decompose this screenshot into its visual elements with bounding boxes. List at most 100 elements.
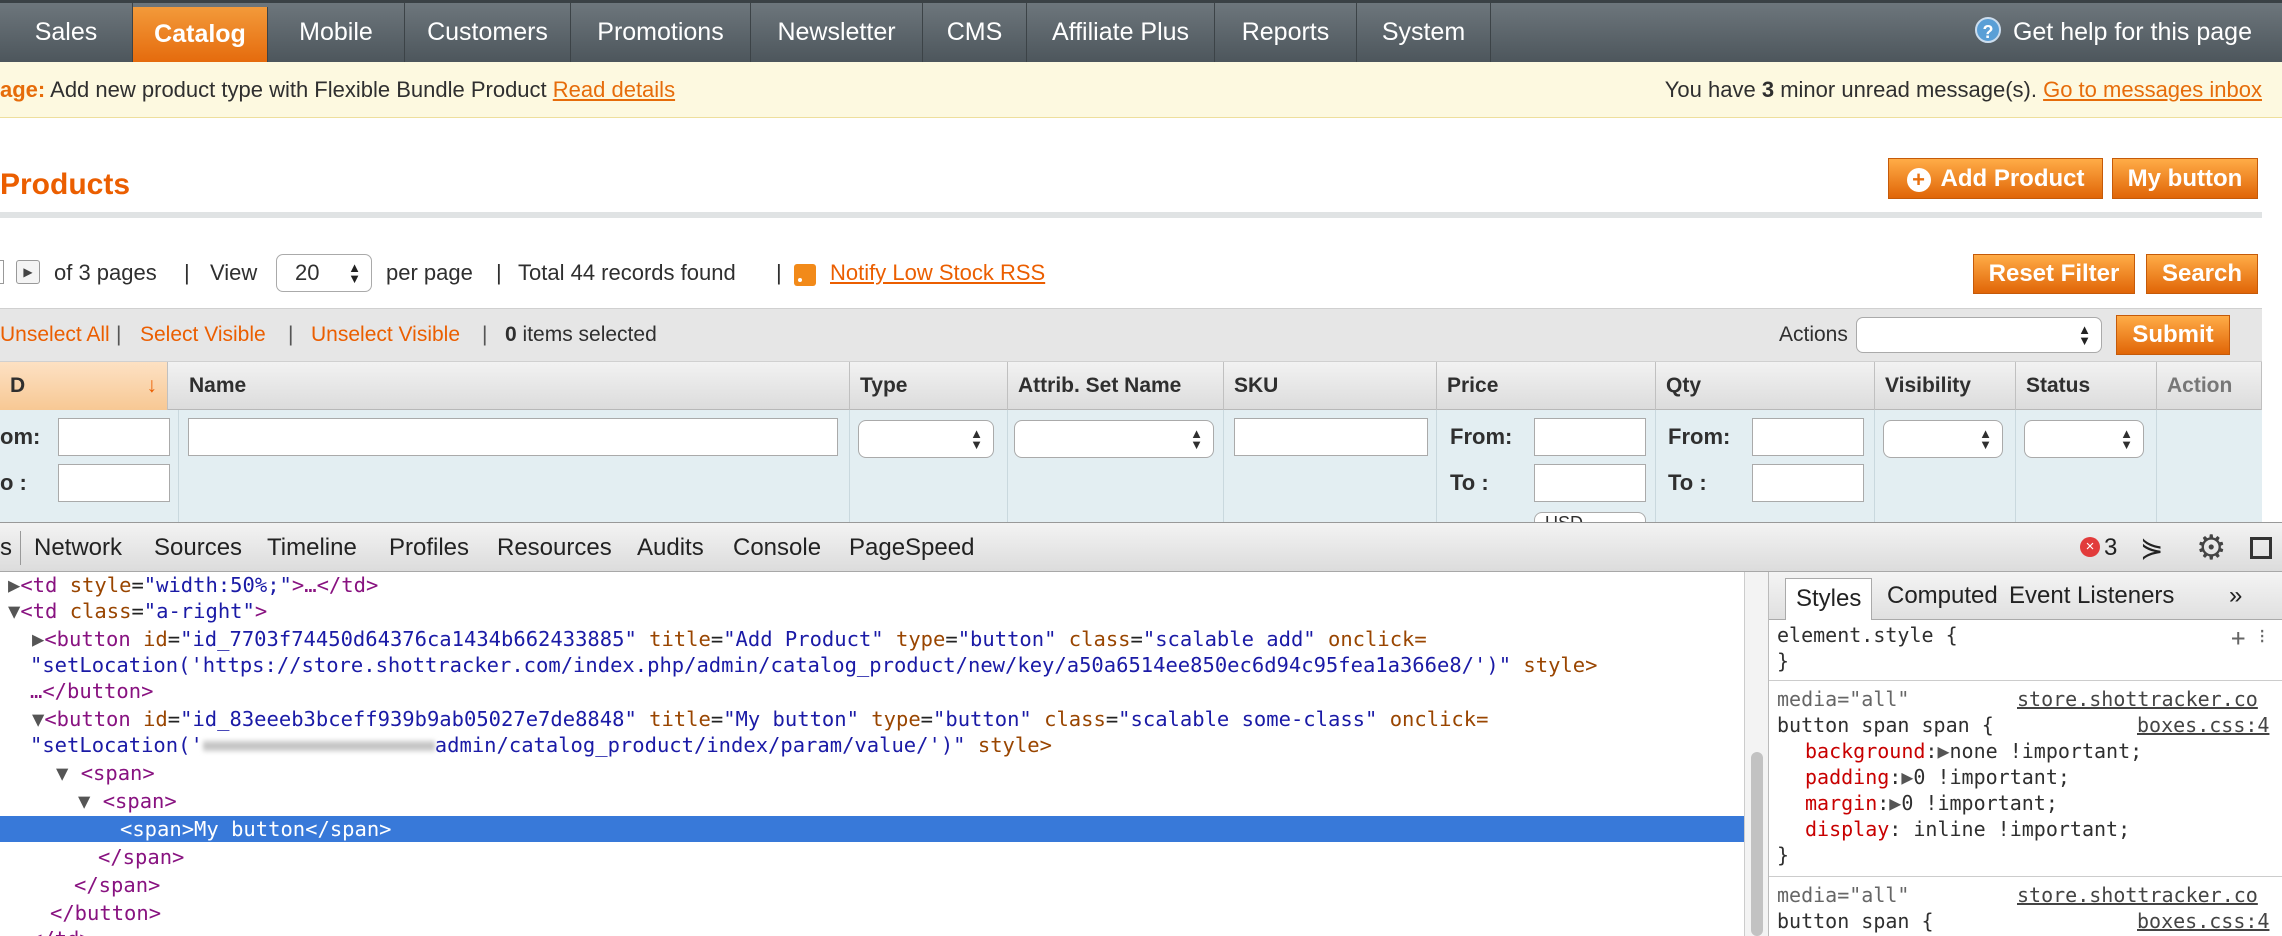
attrib-set-filter-select[interactable]: ▲ ▼: [1014, 420, 1214, 458]
css-property[interactable]: padding:▶0 !important;: [1805, 764, 2070, 790]
col-attrib-set[interactable]: Attrib. Set Name: [1008, 362, 1224, 410]
col-sku[interactable]: SKU: [1224, 362, 1437, 410]
messages-inbox-link[interactable]: Go to messages inbox: [2043, 77, 2262, 102]
read-details-link[interactable]: Read details: [553, 77, 675, 102]
visibility-filter-select[interactable]: ▲ ▼: [1883, 420, 2003, 458]
css-file-link[interactable]: boxes.css:4: [2137, 908, 2269, 934]
dom-node[interactable]: ▼ <span>: [0, 788, 1744, 814]
dom-node[interactable]: ▼<button id="id_83eeeb3bceff939b9ab05027…: [0, 706, 1744, 732]
help-link[interactable]: ? Get help for this page: [1974, 3, 2252, 62]
nav-affiliate-plus[interactable]: Affiliate Plus: [1027, 3, 1215, 62]
expand-triangle-icon[interactable]: ▶: [1937, 739, 1949, 763]
css-property[interactable]: margin:▶0 !important;: [1805, 790, 2058, 816]
nav-promotions[interactable]: Promotions: [571, 3, 751, 62]
actions-select[interactable]: ▲ ▼: [1856, 317, 2102, 353]
col-name[interactable]: Name: [179, 362, 850, 410]
id-to-input[interactable]: [58, 464, 170, 502]
nav-system[interactable]: System: [1357, 3, 1491, 62]
name-filter-input[interactable]: [188, 418, 838, 456]
tab-resources[interactable]: Resources: [497, 523, 612, 573]
tab-network[interactable]: Network: [34, 523, 122, 573]
dom-value: "a-right": [143, 599, 255, 623]
nav-catalog[interactable]: Catalog: [133, 7, 268, 62]
collapse-triangle-icon[interactable]: ▼: [32, 707, 44, 731]
stylesheet-link[interactable]: store.shottracker.co: [2017, 882, 2258, 908]
collapse-triangle-icon[interactable]: ▼: [56, 761, 81, 785]
dock-icon[interactable]: [2250, 537, 2272, 559]
dom-node[interactable]: ▶<button id="id_7703f74450d64376ca1434b6…: [0, 626, 1744, 652]
nav-sales[interactable]: Sales: [0, 3, 133, 62]
nav-cms[interactable]: CMS: [923, 3, 1027, 62]
tab-audits[interactable]: Audits: [637, 523, 704, 573]
add-product-button[interactable]: + Add Product: [1888, 158, 2103, 199]
nav-mobile[interactable]: Mobile: [268, 3, 405, 62]
select-arrows-icon: ▲ ▼: [1190, 426, 1203, 452]
add-rule-icon[interactable]: +: [2231, 624, 2245, 652]
my-button[interactable]: My button: [2112, 158, 2258, 199]
col-qty[interactable]: Qty: [1656, 362, 1875, 410]
sku-filter-input[interactable]: [1234, 418, 1428, 456]
tab-elements[interactable]: s: [0, 523, 12, 573]
expand-triangle-icon[interactable]: ▶: [32, 627, 44, 651]
next-page-icon[interactable]: ▶: [16, 260, 40, 284]
expand-triangle-icon[interactable]: ▶: [8, 573, 20, 597]
tab-pagespeed[interactable]: PageSpeed: [849, 523, 974, 573]
low-stock-rss-link[interactable]: Notify Low Stock RSS: [830, 250, 1045, 296]
qty-from-input[interactable]: [1752, 418, 1864, 456]
elements-scrollbar[interactable]: [1744, 572, 1768, 936]
expand-triangle-icon[interactable]: ▶: [1901, 765, 1913, 789]
tab-styles[interactable]: Styles: [1785, 578, 1873, 620]
tab-sources[interactable]: Sources: [154, 523, 242, 573]
nav-newsletter[interactable]: Newsletter: [751, 3, 923, 62]
add-icon: +: [1906, 168, 1931, 192]
nav-reports[interactable]: Reports: [1215, 3, 1357, 62]
expand-triangle-icon[interactable]: ▶: [1889, 791, 1901, 815]
price-from-input[interactable]: [1534, 418, 1646, 456]
dom-node[interactable]: ▶<td style="width:50%;">…</td>: [0, 572, 1744, 598]
status-filter-select[interactable]: ▲ ▼: [2024, 420, 2144, 458]
stylesheet-link[interactable]: store.shottracker.co: [2017, 686, 2258, 712]
reset-filter-button[interactable]: Reset Filter: [1973, 254, 2135, 294]
dom-node[interactable]: ▼<td class="a-right">: [0, 598, 1744, 624]
css-property[interactable]: display: inline !important;: [1805, 816, 2130, 842]
id-from-input[interactable]: [58, 418, 170, 456]
col-visibility[interactable]: Visibility: [1875, 362, 2016, 410]
col-id[interactable]: D ↓: [0, 362, 168, 410]
more-tabs-icon[interactable]: »: [2229, 572, 2242, 620]
dom-node-selected[interactable]: <span>My button</span>: [0, 816, 1744, 842]
css-selector[interactable]: button span {: [1777, 908, 1934, 934]
collapse-triangle-icon[interactable]: ▼: [78, 789, 103, 813]
css-property[interactable]: background:▶none !important;: [1805, 738, 2142, 764]
unselect-all-link[interactable]: Unselect All: [0, 309, 110, 361]
tab-event-listeners[interactable]: Event Listeners: [2009, 572, 2174, 620]
search-button[interactable]: Search: [2146, 254, 2258, 294]
css-file-link[interactable]: boxes.css:4: [2137, 712, 2269, 738]
price-to-input[interactable]: [1534, 464, 1646, 502]
tab-console[interactable]: Console: [733, 523, 821, 573]
dom-node[interactable]: ▼ <span>: [0, 760, 1744, 786]
submit-button[interactable]: Submit: [2116, 315, 2230, 355]
collapse-triangle-icon[interactable]: ▼: [8, 599, 20, 623]
toggle-state-icon[interactable]: ⁝: [2259, 624, 2265, 648]
scrollbar-thumb[interactable]: [1751, 752, 1763, 936]
tab-profiles[interactable]: Profiles: [389, 523, 469, 573]
unselect-visible-link[interactable]: Unselect Visible: [311, 309, 460, 361]
error-count[interactable]: 3: [2104, 523, 2117, 573]
css-selector[interactable]: button span span {: [1777, 712, 1994, 738]
nav-customers[interactable]: Customers: [405, 3, 571, 62]
select-visible-link[interactable]: Select Visible: [140, 309, 266, 361]
tab-computed[interactable]: Computed: [1887, 572, 1998, 620]
per-page-select[interactable]: 20 ▲ ▼: [276, 254, 372, 292]
gear-icon[interactable]: ⚙: [2196, 523, 2226, 573]
element-style-rule[interactable]: element.style {: [1777, 622, 1958, 648]
col-status[interactable]: Status: [2016, 362, 2157, 410]
rss-icon: [794, 264, 816, 286]
col-type[interactable]: Type: [850, 362, 1008, 410]
console-drawer-icon[interactable]: ⋟: [2140, 523, 2163, 573]
dom-value: "id_7703f74450d64376ca1434b662433885": [180, 627, 637, 651]
qty-to-input[interactable]: [1752, 464, 1864, 502]
col-price[interactable]: Price: [1437, 362, 1656, 410]
page-input-edge[interactable]: [0, 260, 4, 284]
tab-timeline[interactable]: Timeline: [267, 523, 357, 573]
type-filter-select[interactable]: ▲ ▼: [858, 420, 994, 458]
